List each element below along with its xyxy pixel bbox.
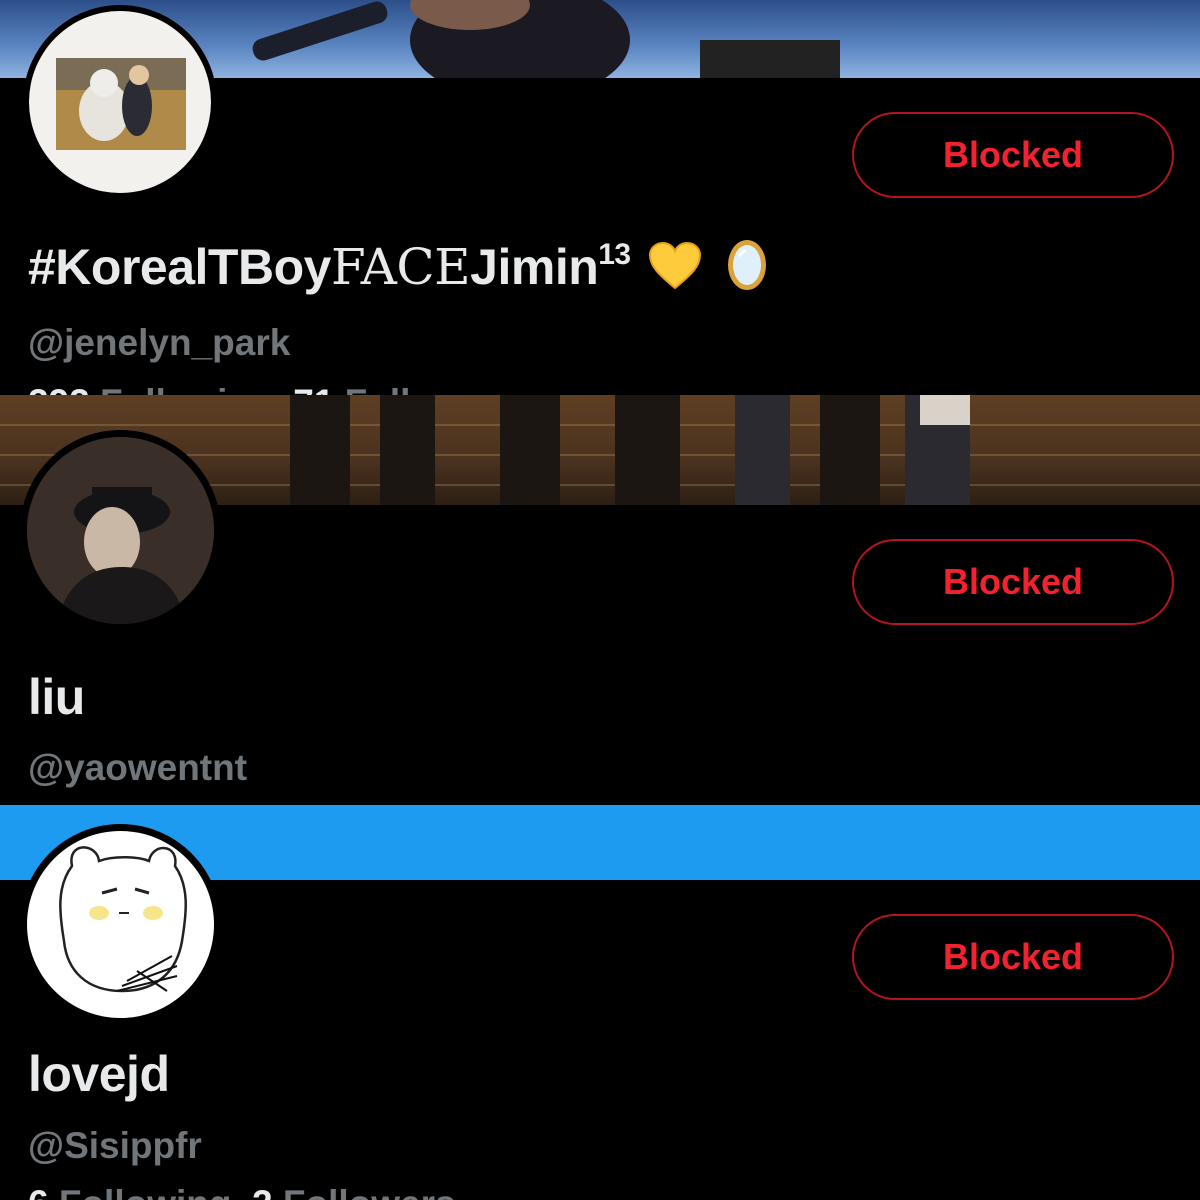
username-handle: @jenelyn_park (28, 322, 291, 363)
profile-avatar[interactable] (23, 5, 217, 199)
profile-avatar[interactable] (20, 430, 221, 631)
blocked-button[interactable]: Blocked (852, 914, 1174, 1000)
blocked-button[interactable]: Blocked (852, 112, 1174, 198)
username-handle: @yaowentnt (28, 747, 248, 788)
username-handle: @Sisippfr (28, 1125, 202, 1166)
display-name: #KorealTBoyFACEJimin13 (28, 238, 769, 296)
profile-avatar[interactable] (20, 824, 221, 1025)
yellow-heart-icon (649, 241, 702, 290)
display-name: lovejd (28, 1046, 170, 1102)
mirror-icon (728, 240, 767, 290)
follow-stats[interactable]: 292 Following 71 Followers (28, 382, 517, 395)
blocked-profile-card-3: Blocked lovejd @Sisippfr 6 Following 2 F… (0, 805, 1200, 1200)
blocked-profile-card-1: Blocked #KorealTBoyFACEJimin13 @jenelyn_… (0, 0, 1200, 395)
follow-stats[interactable]: 6 Following 2 Followers (28, 1183, 456, 1200)
display-name: liu (28, 669, 85, 725)
blocked-profile-card-2: Blocked liu @yaowentnt (0, 395, 1200, 805)
blocked-button[interactable]: Blocked (852, 539, 1174, 625)
